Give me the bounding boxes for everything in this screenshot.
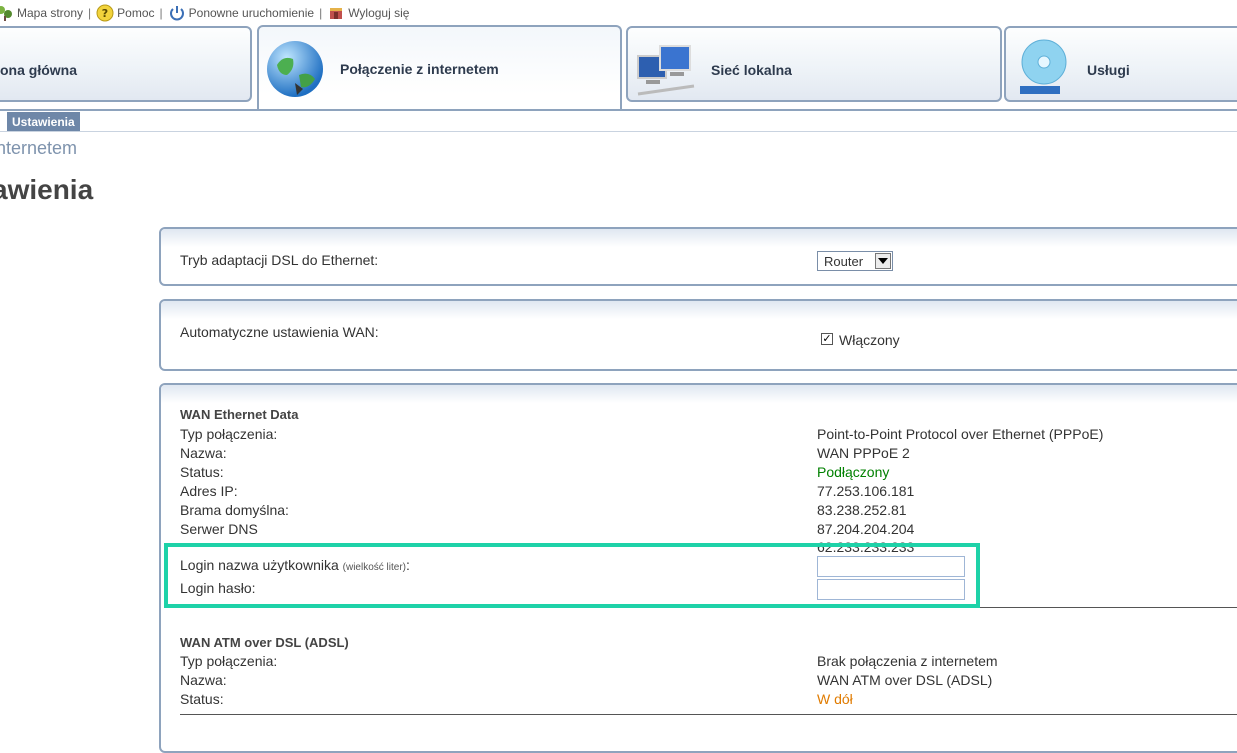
subtab-divider bbox=[0, 131, 1237, 132]
help-link[interactable]: ? Pomoc bbox=[96, 4, 155, 22]
atm-status-label: Status: bbox=[180, 691, 224, 707]
tab-internet-connection-label: Połączenie z internetem bbox=[340, 61, 499, 77]
tab-local-network[interactable]: Sieć lokalna bbox=[626, 26, 1002, 102]
panel-header-band bbox=[161, 229, 1237, 247]
wan-auto-checkbox[interactable]: ✓ bbox=[821, 333, 833, 345]
eth-dns-value: 87.204.204.204 bbox=[817, 521, 915, 537]
eth-status-value: Podłączony bbox=[817, 464, 890, 480]
eth-name-label: Nazwa: bbox=[180, 445, 227, 461]
restart-link[interactable]: Ponowne uruchomienie bbox=[168, 4, 314, 22]
wan-atm-title: WAN ATM over DSL (ADSL) bbox=[180, 635, 349, 650]
login-user-colon: : bbox=[406, 557, 410, 573]
atm-status-value: W dół bbox=[817, 691, 853, 707]
tab-local-network-label: Sieć lokalna bbox=[711, 62, 792, 78]
section-divider bbox=[180, 607, 1237, 608]
top-utility-bar: Mapa strony | ? Pomoc | Ponowne uruchomi… bbox=[0, 3, 409, 23]
dsl-mode-label: Tryb adaptacji DSL do Ethernet: bbox=[180, 252, 379, 268]
section-divider bbox=[180, 714, 1237, 715]
login-user-label-text: Login nazwa użytkownika bbox=[180, 557, 339, 573]
login-user-hint: (wielkość liter) bbox=[342, 562, 406, 573]
tab-internet-connection[interactable]: Połączenie z internetem bbox=[257, 25, 622, 111]
restart-label: Ponowne uruchomienie bbox=[188, 6, 315, 20]
separator: | bbox=[159, 6, 163, 20]
eth-status-label: Status: bbox=[180, 464, 224, 480]
dropdown-arrow-icon[interactable] bbox=[875, 253, 891, 269]
login-password-input[interactable] bbox=[817, 579, 965, 600]
power-icon bbox=[169, 6, 184, 21]
login-username-input[interactable] bbox=[817, 556, 965, 577]
tab-home-label: ona główna bbox=[0, 62, 77, 78]
eth-connection-type-label: Typ połączenia: bbox=[180, 426, 278, 442]
sitemap-icon bbox=[0, 6, 12, 21]
logout-label: Wyloguj się bbox=[348, 6, 410, 20]
panel-header-band bbox=[161, 301, 1237, 319]
wan-details-panel: WAN Ethernet Data Typ połączenia: Point-… bbox=[159, 383, 1237, 753]
sitemap-link[interactable]: Mapa strony bbox=[0, 4, 83, 22]
tab-services-label: Usługi bbox=[1087, 62, 1130, 78]
atm-name-label: Nazwa: bbox=[180, 672, 227, 688]
wan-auto-label: Automatyczne ustawienia WAN: bbox=[180, 324, 379, 340]
wan-auto-checkbox-label: Włączony bbox=[839, 332, 900, 348]
wan-auto-panel: Automatyczne ustawienia WAN: ✓ Włączony bbox=[159, 299, 1237, 371]
logout-icon bbox=[330, 8, 343, 19]
separator: | bbox=[319, 6, 323, 20]
breadcrumb: nternetem bbox=[0, 138, 78, 158]
eth-gateway-label: Brama domyślna: bbox=[180, 502, 289, 518]
dsl-mode-select-value: Router bbox=[824, 253, 864, 269]
separator: | bbox=[88, 6, 92, 20]
eth-gateway-value: 83.238.252.81 bbox=[817, 502, 907, 518]
logout-link[interactable]: Wyloguj się bbox=[327, 4, 409, 22]
atm-connection-type-label: Typ połączenia: bbox=[180, 653, 278, 669]
help-label: Pomoc bbox=[117, 6, 155, 20]
eth-name-value: WAN PPPoE 2 bbox=[817, 445, 910, 461]
login-password-label: Login hasło: bbox=[180, 580, 256, 596]
atm-name-value: WAN ATM over DSL (ADSL) bbox=[817, 672, 993, 688]
tab-baseline bbox=[0, 109, 1237, 111]
eth-ip-label: Adres IP: bbox=[180, 483, 238, 499]
eth-connection-type-value: Point-to-Point Protocol over Ethernet (P… bbox=[817, 426, 1104, 442]
dsl-mode-select[interactable]: Router bbox=[817, 251, 893, 271]
svg-text:?: ? bbox=[102, 7, 108, 20]
globe-icon bbox=[267, 41, 323, 97]
tab-services[interactable]: Usługi bbox=[1004, 26, 1237, 102]
disc-icon bbox=[1020, 39, 1067, 94]
wan-ethernet-title: WAN Ethernet Data bbox=[180, 407, 299, 422]
subtab-settings[interactable]: Ustawienia bbox=[7, 112, 80, 132]
eth-dns-secondary-value: 62.233.233.233 bbox=[817, 539, 915, 555]
eth-dns-label: Serwer DNS bbox=[180, 521, 258, 537]
help-icon: ? bbox=[96, 4, 114, 22]
eth-ip-value: 77.253.106.181 bbox=[817, 483, 915, 499]
tab-home[interactable]: ona główna bbox=[0, 26, 252, 102]
atm-connection-type-value: Brak połączenia z internetem bbox=[817, 653, 998, 669]
login-user-label: Login nazwa użytkownika (wielkość liter)… bbox=[180, 557, 410, 573]
network-computers-icon bbox=[637, 45, 695, 96]
dsl-mode-panel: Tryb adaptacji DSL do Ethernet: Router bbox=[159, 227, 1237, 286]
panel-header-band bbox=[161, 385, 1237, 403]
sitemap-label: Mapa strony bbox=[17, 6, 84, 20]
page-title: awienia bbox=[0, 174, 94, 205]
